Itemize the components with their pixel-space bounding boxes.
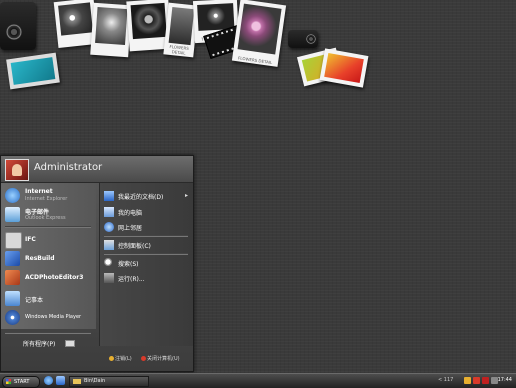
run-icon bbox=[104, 273, 114, 283]
taskbar-window-button[interactable]: Bin\Dain bbox=[69, 376, 149, 387]
divider bbox=[5, 332, 91, 334]
all-programs-button[interactable]: 所有程序(P) bbox=[23, 339, 55, 348]
mail-icon bbox=[5, 207, 20, 222]
acd-icon bbox=[5, 270, 20, 285]
start-button[interactable]: START bbox=[2, 376, 40, 388]
menu-item-run[interactable]: 运行(R)... bbox=[104, 272, 190, 285]
clock[interactable]: 17:44 bbox=[498, 377, 512, 383]
notepad-icon bbox=[5, 291, 20, 306]
wallpaper-photo bbox=[6, 52, 60, 90]
search-icon bbox=[104, 258, 114, 268]
menu-item-network[interactable]: 网上邻居 bbox=[104, 221, 190, 234]
network-icon bbox=[104, 222, 114, 232]
chevron-right-icon: ▸ bbox=[184, 192, 188, 199]
recent-item-acdphotoeditor[interactable]: ACDPhotoEditor3 bbox=[5, 268, 93, 286]
pinned-item-email[interactable]: 电子邮件 Outlook Express bbox=[5, 205, 93, 223]
resbuild-icon bbox=[5, 251, 20, 266]
camera-image bbox=[0, 2, 36, 50]
avatar[interactable] bbox=[5, 159, 29, 181]
folder-quicklaunch-icon[interactable] bbox=[56, 376, 65, 385]
divider bbox=[5, 226, 91, 228]
places-column: 我最近的文档(D) ▸ 我的电脑 网上邻居 控制面板(C) 搜索(S) 运行(R… bbox=[99, 183, 193, 346]
pinned-item-internet[interactable]: Internet Internet Explorer bbox=[5, 186, 93, 204]
menu-item-control-panel[interactable]: 控制面板(C) bbox=[104, 239, 190, 252]
wallpaper-photo bbox=[90, 2, 132, 58]
logoff-icon bbox=[109, 356, 114, 361]
divider bbox=[104, 253, 188, 255]
logoff-button[interactable]: 注销(L) bbox=[109, 355, 132, 362]
tray-status: < 117 bbox=[438, 377, 454, 383]
wallpaper-photo bbox=[319, 48, 369, 88]
tray-app-icon[interactable] bbox=[464, 377, 471, 384]
system-tray: < 117 17:44 bbox=[436, 375, 515, 387]
ie-quicklaunch-icon[interactable] bbox=[44, 376, 53, 385]
recent-item-media-player[interactable]: Windows Media Player bbox=[5, 308, 93, 326]
start-menu: Administrator Internet Internet Explorer… bbox=[0, 155, 194, 372]
ie-icon bbox=[5, 188, 20, 203]
power-icon bbox=[141, 356, 146, 361]
tray-antivirus-icon[interactable] bbox=[473, 377, 480, 384]
user-name: Administrator bbox=[34, 162, 103, 173]
windows-logo-icon bbox=[6, 379, 11, 384]
all-programs-arrow-icon[interactable] bbox=[65, 340, 75, 347]
menu-item-recent-documents[interactable]: 我最近的文档(D) ▸ bbox=[104, 190, 190, 203]
recent-item-ifc[interactable]: IFC bbox=[5, 230, 93, 249]
pinned-programs-column: Internet Internet Explorer 电子邮件 Outlook … bbox=[1, 183, 96, 329]
shutdown-button[interactable]: 关闭计算机(U) bbox=[141, 355, 180, 362]
recent-item-resbuild[interactable]: ResBuild bbox=[5, 249, 93, 267]
menu-item-my-computer[interactable]: 我的电脑 bbox=[104, 206, 190, 219]
tray-network-icon[interactable] bbox=[482, 377, 489, 384]
camera-image bbox=[288, 30, 318, 48]
divider bbox=[104, 235, 188, 237]
recent-docs-icon bbox=[104, 191, 114, 201]
menu-item-search[interactable]: 搜索(S) bbox=[104, 257, 190, 270]
wallpaper-photo: FLOWERS DETAIL bbox=[231, 0, 287, 67]
ifc-icon bbox=[5, 232, 22, 249]
control-panel-icon bbox=[104, 240, 114, 250]
my-computer-icon bbox=[104, 207, 114, 217]
recent-item-notepad[interactable]: 记事本 bbox=[5, 289, 93, 307]
start-menu-header: Administrator bbox=[1, 156, 193, 183]
folder-icon bbox=[73, 379, 81, 384]
start-menu-footer: 注销(L) 关闭计算机(U) bbox=[99, 351, 192, 369]
taskbar: START Bin\Dain < 117 17:44 bbox=[0, 373, 516, 388]
media-player-icon bbox=[5, 310, 20, 325]
